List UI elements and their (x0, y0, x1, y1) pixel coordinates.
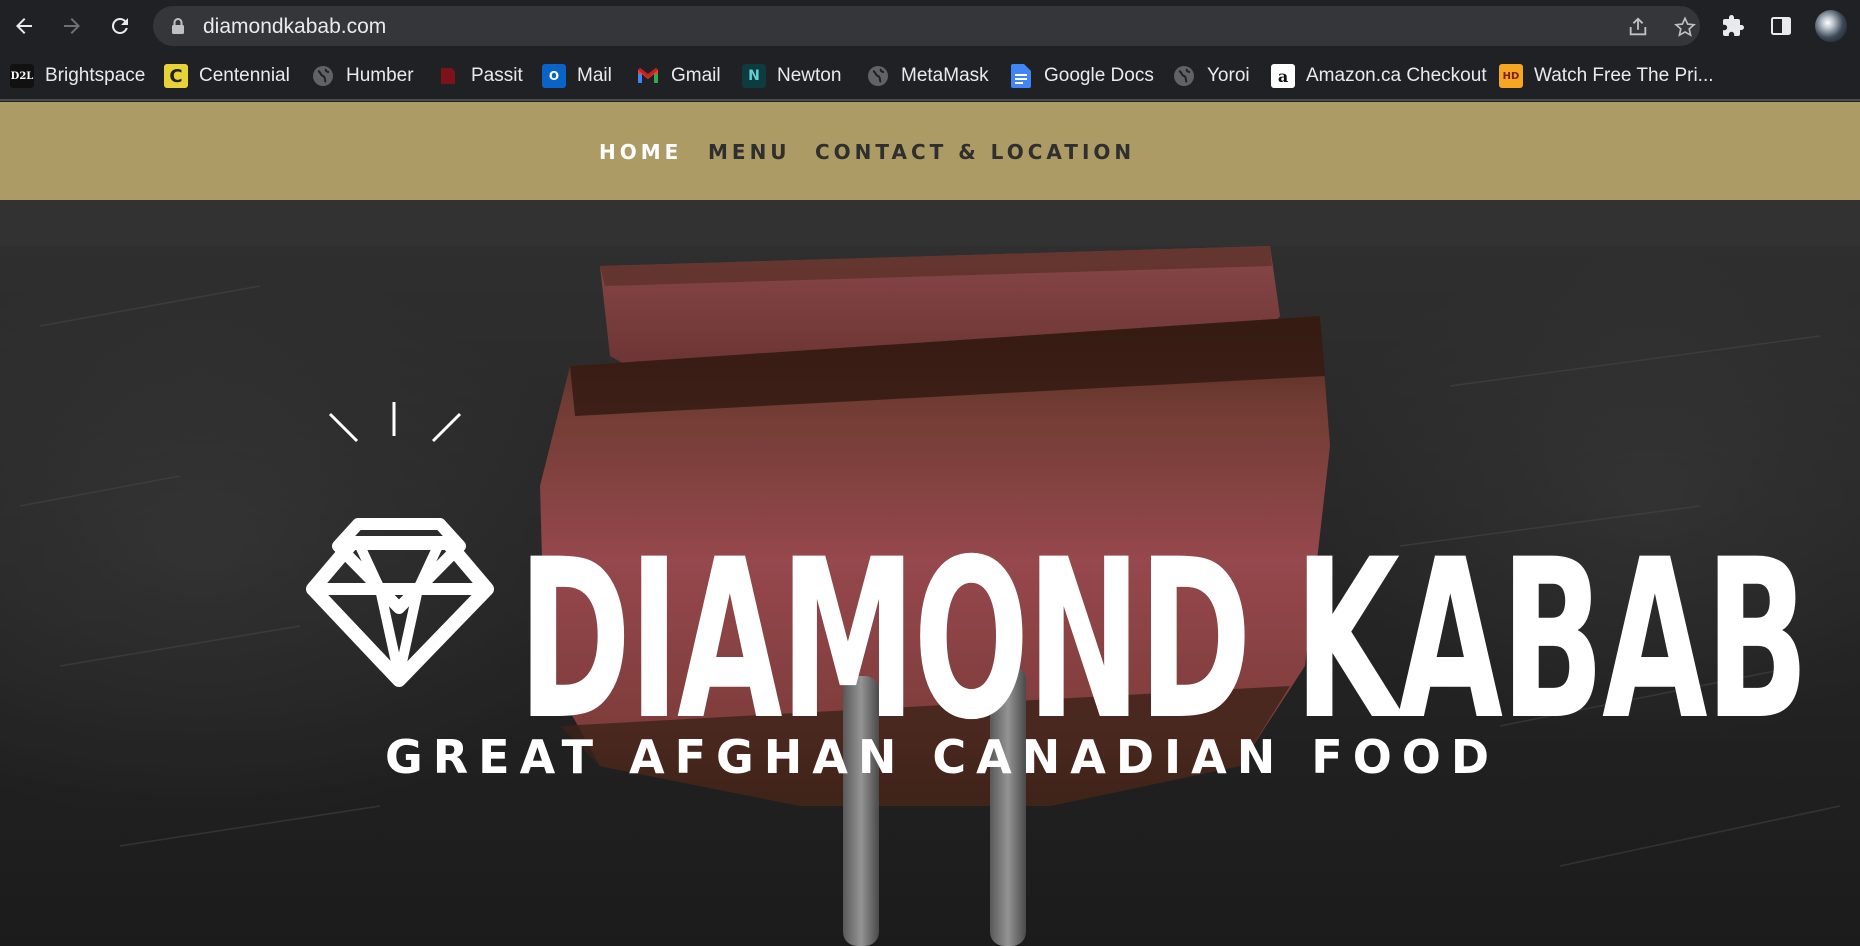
newton-icon: N (742, 64, 766, 88)
bookmark-label: Humber (346, 65, 414, 86)
extensions-puzzle-icon[interactable] (1719, 12, 1747, 40)
url-text[interactable]: diamondkabab.com (203, 15, 386, 39)
side-panel-icon[interactable] (1767, 12, 1795, 40)
nav-contact-location-link[interactable]: CONTACT & LOCATION (815, 140, 1135, 164)
nav-home-link[interactable]: HOME (599, 140, 682, 164)
browser-toolbar: diamondkabab.com (0, 0, 1860, 52)
centennial-icon: C (164, 64, 188, 88)
forward-button[interactable] (56, 10, 88, 42)
bookmark-centennial[interactable]: C Centennial (164, 61, 290, 91)
bookmark-star-icon[interactable] (1673, 15, 1697, 39)
bookmark-label: MetaMask (901, 65, 989, 86)
globe-icon (1172, 64, 1196, 88)
forward-arrow-icon (64, 18, 80, 34)
bookmark-metamask[interactable]: MetaMask (866, 61, 989, 91)
d2l-icon: D2L (10, 64, 34, 88)
bookmark-label: Google Docs (1044, 65, 1154, 86)
gmail-icon (636, 64, 660, 88)
bookmark-google-docs[interactable]: Google Docs (1009, 61, 1154, 91)
bookmark-label: Centennial (199, 65, 290, 86)
share-icon[interactable] (1626, 15, 1650, 39)
reload-icon (111, 17, 128, 34)
address-bar[interactable]: diamondkabab.com (153, 6, 1700, 46)
bookmark-humber[interactable]: Humber (311, 61, 414, 91)
bookmark-amazon[interactable]: a Amazon.ca Checkout (1271, 61, 1487, 91)
brand-title: DIAMOND KABAB (518, 512, 1809, 768)
bookmark-label: Gmail (671, 65, 721, 86)
globe-icon (866, 64, 890, 88)
lock-icon (171, 17, 185, 40)
bookmark-watch-free[interactable]: HD Watch Free The Pri... (1499, 61, 1714, 91)
passit-icon (436, 64, 460, 88)
bookmark-label: Newton (777, 65, 842, 86)
bookmark-gmail[interactable]: Gmail (636, 61, 721, 91)
bookmark-label: Brightspace (45, 65, 146, 86)
bookmark-label: Passit (471, 65, 523, 86)
back-button[interactable] (8, 10, 40, 42)
profile-avatar[interactable] (1815, 10, 1847, 42)
bookmark-passit[interactable]: Passit (436, 61, 523, 91)
amazon-icon: a (1271, 64, 1295, 88)
header-subbar (0, 200, 1860, 246)
brand-tagline: GREAT AFGHAN CANADIAN FOOD (385, 730, 1500, 784)
outlook-icon: O (542, 64, 566, 88)
site-navigation: HOME MENU CONTACT & LOCATION (0, 102, 1860, 200)
bookmark-brightspace[interactable]: D2L Brightspace (10, 61, 145, 91)
bookmark-yoroi[interactable]: Yoroi (1172, 61, 1250, 91)
bookmark-label: Amazon.ca Checkout (1306, 65, 1487, 86)
bookmark-mail[interactable]: O Mail (542, 61, 612, 91)
bookmark-label: Mail (577, 65, 612, 86)
google-docs-icon (1009, 64, 1033, 88)
bookmark-label: Yoroi (1207, 65, 1250, 86)
globe-icon (311, 64, 335, 88)
bookmark-label: Watch Free The Pri... (1534, 65, 1714, 86)
nav-menu-link[interactable]: MENU (708, 140, 791, 164)
hd-icon: HD (1499, 64, 1523, 88)
back-arrow-icon (16, 18, 32, 34)
hero-banner: DIAMOND KABAB GREAT AFGHAN CANADIAN FOOD (0, 246, 1860, 946)
reload-button[interactable] (104, 10, 136, 42)
bookmark-newton[interactable]: N Newton (742, 61, 841, 91)
bookmarks-bar: D2L Brightspace C Centennial Humber Pass… (0, 52, 1860, 101)
